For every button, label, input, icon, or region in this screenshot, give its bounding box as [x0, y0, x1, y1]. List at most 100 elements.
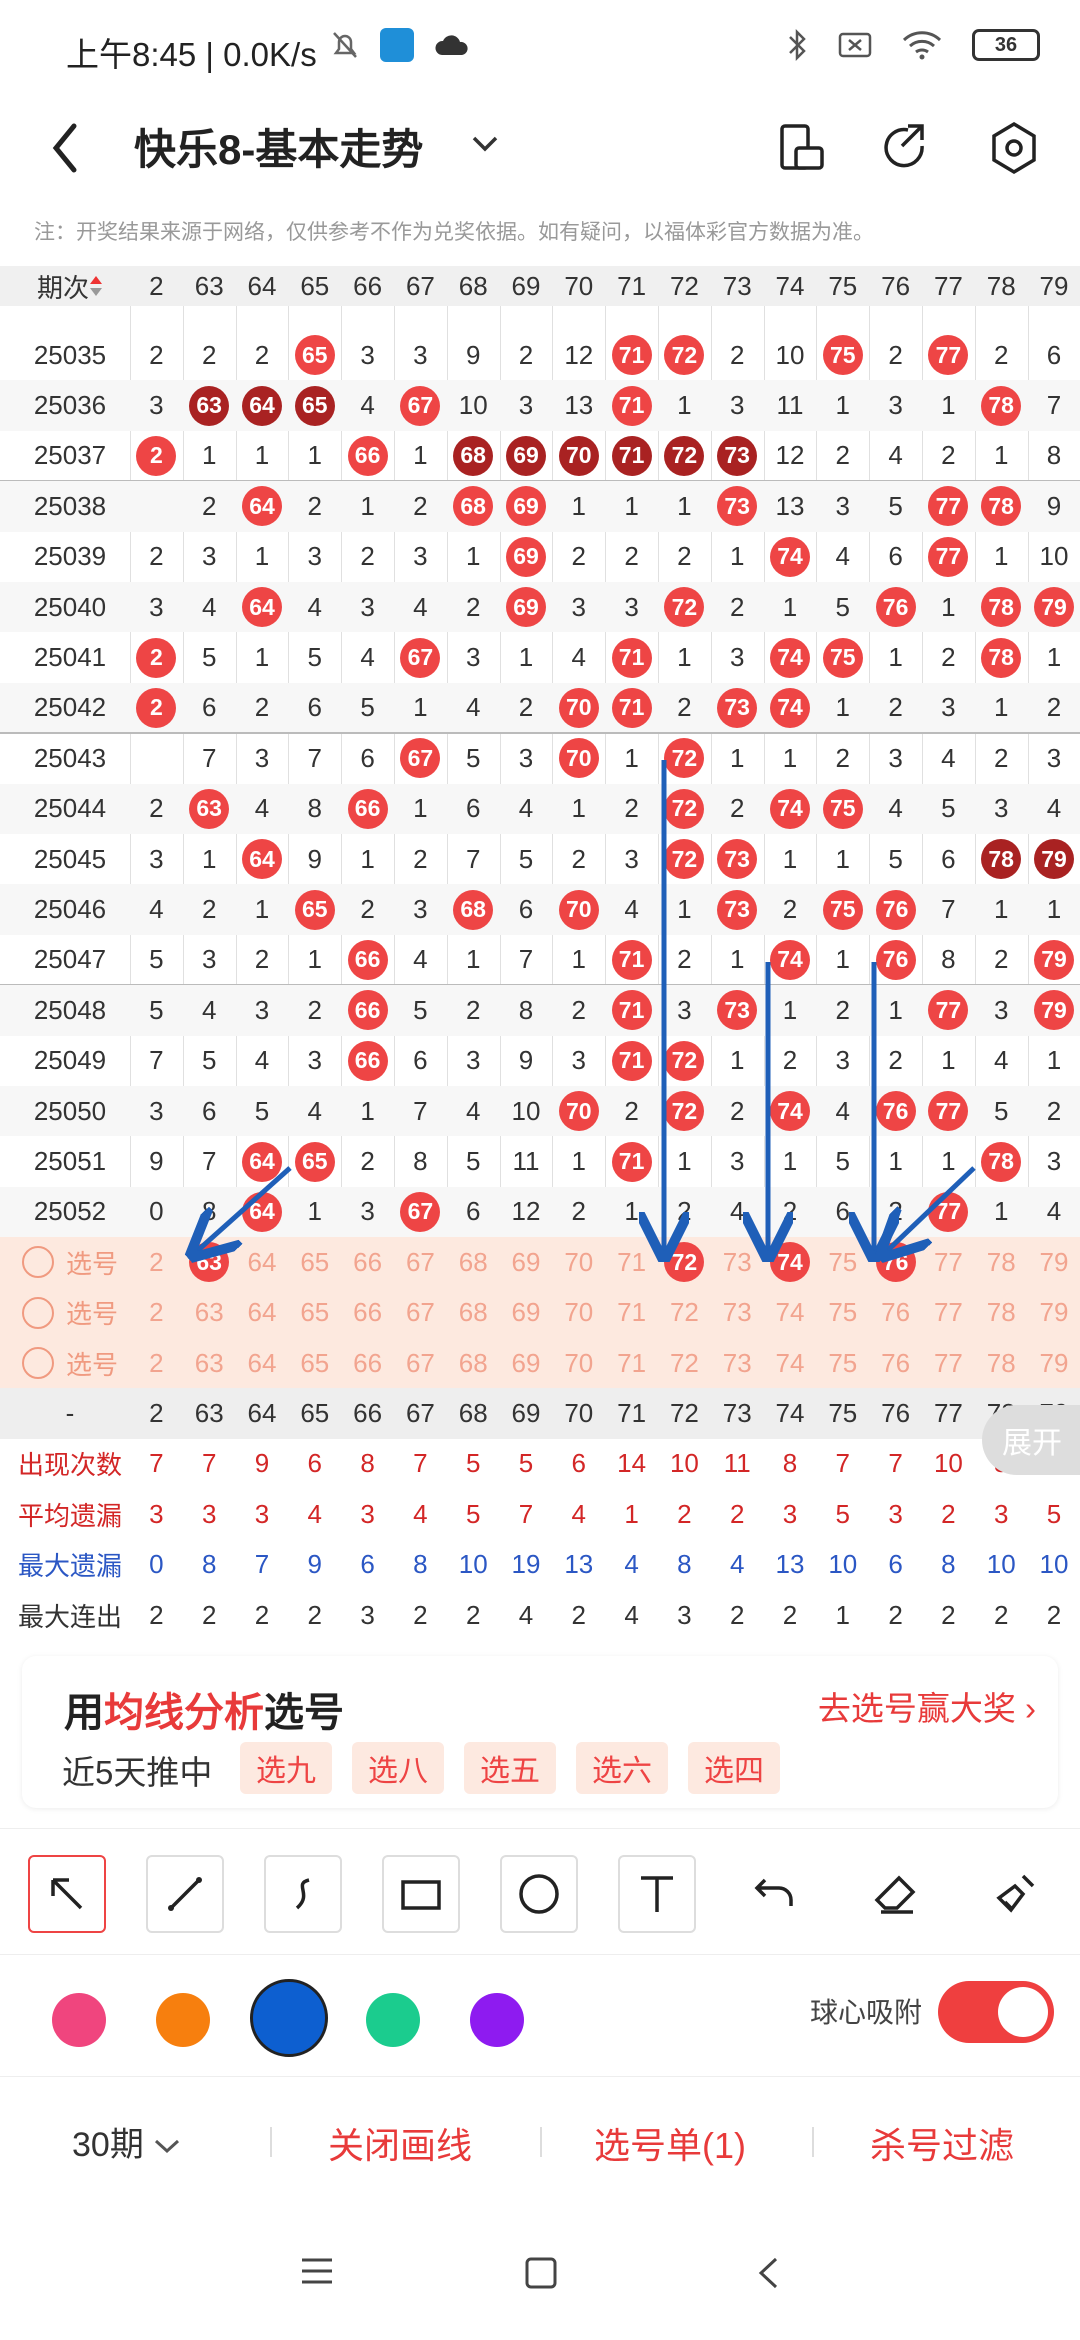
select-cell[interactable]: 79	[1028, 1288, 1080, 1338]
period-header[interactable]: 期次	[0, 266, 140, 306]
home-icon[interactable]	[524, 2256, 558, 2290]
share-icon[interactable]	[874, 118, 934, 178]
select-cell[interactable]: 69	[500, 1288, 553, 1338]
select-cell[interactable]: 2	[130, 1338, 183, 1388]
select-radio[interactable]	[21, 1246, 54, 1279]
select-cell[interactable]: 76	[869, 1288, 922, 1338]
clear-tool[interactable]	[976, 1855, 1054, 1933]
select-cell[interactable]: 69	[500, 1237, 553, 1287]
select-cell[interactable]: 77	[922, 1288, 975, 1338]
period-selector[interactable]: 30期	[72, 2117, 181, 2166]
promo-tag[interactable]: 选五	[464, 1742, 556, 1794]
select-cell[interactable]: 63	[183, 1338, 236, 1388]
select-cell[interactable]: 65	[288, 1288, 341, 1338]
select-cell[interactable]: 66	[341, 1237, 394, 1287]
select-cell[interactable]: 77	[922, 1338, 975, 1388]
kill-filter-button[interactable]: 杀号过滤	[870, 2117, 1014, 2169]
page-title[interactable]: 快乐8-基本走势	[134, 116, 423, 177]
back-icon[interactable]	[46, 118, 86, 178]
select-cell[interactable]: 66	[341, 1288, 394, 1338]
select-row-label[interactable]: 选号	[0, 1237, 140, 1287]
select-cell[interactable]: 76	[869, 1338, 922, 1388]
select-cell[interactable]: 64	[236, 1288, 289, 1338]
select-cell[interactable]: 65	[288, 1237, 341, 1287]
eraser-tool[interactable]	[856, 1855, 934, 1933]
select-cell[interactable]: 2	[130, 1288, 183, 1338]
select-cell[interactable]: 67	[394, 1237, 447, 1287]
curve-tool[interactable]	[264, 1855, 342, 1933]
chevron-down-icon[interactable]	[470, 132, 500, 156]
select-cell[interactable]: 69	[500, 1338, 553, 1388]
select-row[interactable]: 选号263646566676869707172737475767778798	[0, 1287, 1080, 1338]
select-cell[interactable]: 72	[658, 1338, 711, 1388]
select-cell[interactable]: 78	[975, 1237, 1028, 1287]
color-swatch[interactable]	[156, 1993, 210, 2047]
promo-link[interactable]: 去选号赢大奖 ›	[818, 1682, 1036, 1730]
select-cell[interactable]: 68	[447, 1288, 500, 1338]
select-cell[interactable]: 78	[975, 1288, 1028, 1338]
select-cell[interactable]: 70	[552, 1338, 605, 1388]
select-cell[interactable]: 73	[711, 1338, 764, 1388]
select-cell[interactable]: 75	[816, 1288, 869, 1338]
select-cell[interactable]: 68	[447, 1237, 500, 1287]
select-cell[interactable]: 79	[1028, 1338, 1080, 1388]
undo-tool[interactable]	[736, 1855, 814, 1933]
select-cell[interactable]: 65	[288, 1338, 341, 1388]
selected-ball[interactable]: 72	[664, 1242, 705, 1283]
selected-ball[interactable]: 63	[189, 1242, 230, 1283]
select-cell[interactable]: 77	[922, 1237, 975, 1287]
select-cell[interactable]: 70	[552, 1237, 605, 1287]
line-tool[interactable]	[146, 1855, 224, 1933]
selected-ball[interactable]: 74	[769, 1242, 810, 1283]
select-cell[interactable]: 72	[658, 1237, 711, 1287]
select-cell[interactable]: 79	[1028, 1237, 1080, 1287]
select-cell[interactable]: 71	[605, 1237, 658, 1287]
select-radio[interactable]	[21, 1296, 54, 1329]
select-cell[interactable]: 71	[605, 1288, 658, 1338]
select-cell[interactable]: 73	[711, 1237, 764, 1287]
close-draw-button[interactable]: 关闭画线	[328, 2117, 472, 2169]
menu-icon[interactable]	[300, 2256, 334, 2286]
select-cell[interactable]: 2	[130, 1237, 183, 1287]
select-row-label[interactable]: 选号	[0, 1288, 140, 1338]
color-swatch[interactable]	[52, 1993, 106, 2047]
selected-ball[interactable]: 76	[875, 1242, 916, 1283]
select-cell[interactable]: 67	[394, 1288, 447, 1338]
select-cell[interactable]: 74	[764, 1237, 817, 1287]
select-cell[interactable]: 78	[975, 1338, 1028, 1388]
select-cell[interactable]: 64	[236, 1338, 289, 1388]
color-swatch[interactable]	[366, 1993, 420, 2047]
promo-tag[interactable]: 选六	[576, 1742, 668, 1794]
back-nav-icon[interactable]	[756, 2256, 780, 2290]
select-cell[interactable]: 67	[394, 1338, 447, 1388]
selection-list-button[interactable]: 选号单(1)	[594, 2117, 746, 2169]
color-swatch[interactable]	[470, 1993, 524, 2047]
select-cell[interactable]: 64	[236, 1237, 289, 1287]
select-arrow-tool[interactable]	[28, 1855, 106, 1933]
select-cell[interactable]: 74	[764, 1338, 817, 1388]
select-cell[interactable]: 75	[816, 1237, 869, 1287]
select-cell[interactable]: 72	[658, 1288, 711, 1338]
snap-toggle[interactable]	[938, 1981, 1054, 2043]
promo-tag[interactable]: 选九	[240, 1742, 332, 1794]
text-tool[interactable]	[618, 1855, 696, 1933]
select-cell[interactable]: 68	[447, 1338, 500, 1388]
select-cell[interactable]: 75	[816, 1338, 869, 1388]
select-cell[interactable]: 63	[183, 1237, 236, 1287]
promo-tag[interactable]: 选八	[352, 1742, 444, 1794]
select-cell[interactable]: 63	[183, 1288, 236, 1338]
select-row[interactable]: 选号263646566676869707172737475767778798	[0, 1338, 1080, 1389]
select-cell[interactable]: 71	[605, 1338, 658, 1388]
select-cell[interactable]: 74	[764, 1288, 817, 1338]
rectangle-tool[interactable]	[382, 1855, 460, 1933]
select-cell[interactable]: 76	[869, 1237, 922, 1287]
settings-icon[interactable]	[984, 118, 1044, 178]
select-radio[interactable]	[21, 1347, 54, 1380]
expand-button[interactable]: 展开	[982, 1405, 1080, 1475]
select-cell[interactable]: 70	[552, 1288, 605, 1338]
select-cell[interactable]: 73	[711, 1288, 764, 1338]
sort-icon[interactable]	[89, 274, 103, 298]
layout-switch-icon[interactable]	[772, 118, 832, 178]
select-cell[interactable]: 66	[341, 1338, 394, 1388]
circle-tool[interactable]	[500, 1855, 578, 1933]
